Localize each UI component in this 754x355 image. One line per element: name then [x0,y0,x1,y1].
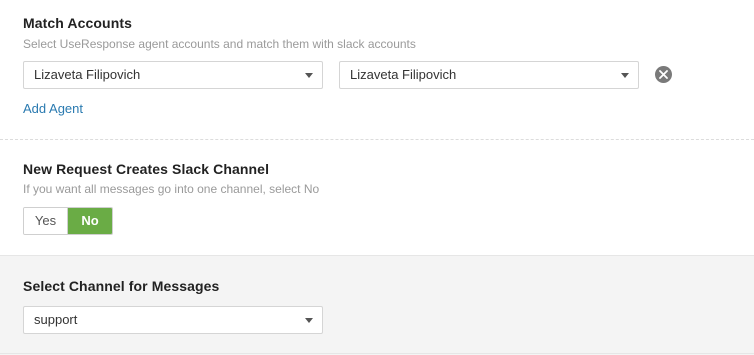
section-divider [0,353,754,354]
match-accounts-title: Match Accounts [23,15,133,31]
new-request-toggle: Yes No [23,207,113,235]
new-request-title: New Request Creates Slack Channel [23,161,270,177]
new-request-section [0,140,754,255]
add-agent-link[interactable]: Add Agent [23,101,83,116]
chevron-down-icon [305,318,313,323]
channel-title: Select Channel for Messages [23,278,220,294]
new-request-subtitle: If you want all messages go into one cha… [23,182,320,196]
slack-account-select-value: Lizaveta Filipovich [350,67,457,82]
channel-select-value: support [34,312,78,327]
agent-account-select[interactable]: Lizaveta Filipovich [23,61,323,89]
remove-match-button[interactable] [655,66,672,83]
chevron-down-icon [621,73,629,78]
slack-account-select[interactable]: Lizaveta Filipovich [339,61,639,89]
channel-select[interactable]: support [23,306,323,334]
toggle-no-button[interactable]: No [68,208,112,234]
close-circle-icon [659,70,668,79]
toggle-yes-button[interactable]: Yes [24,208,69,234]
chevron-down-icon [305,73,313,78]
agent-account-select-value: Lizaveta Filipovich [34,67,141,82]
match-accounts-subtitle: Select UseResponse agent accounts and ma… [23,37,416,51]
